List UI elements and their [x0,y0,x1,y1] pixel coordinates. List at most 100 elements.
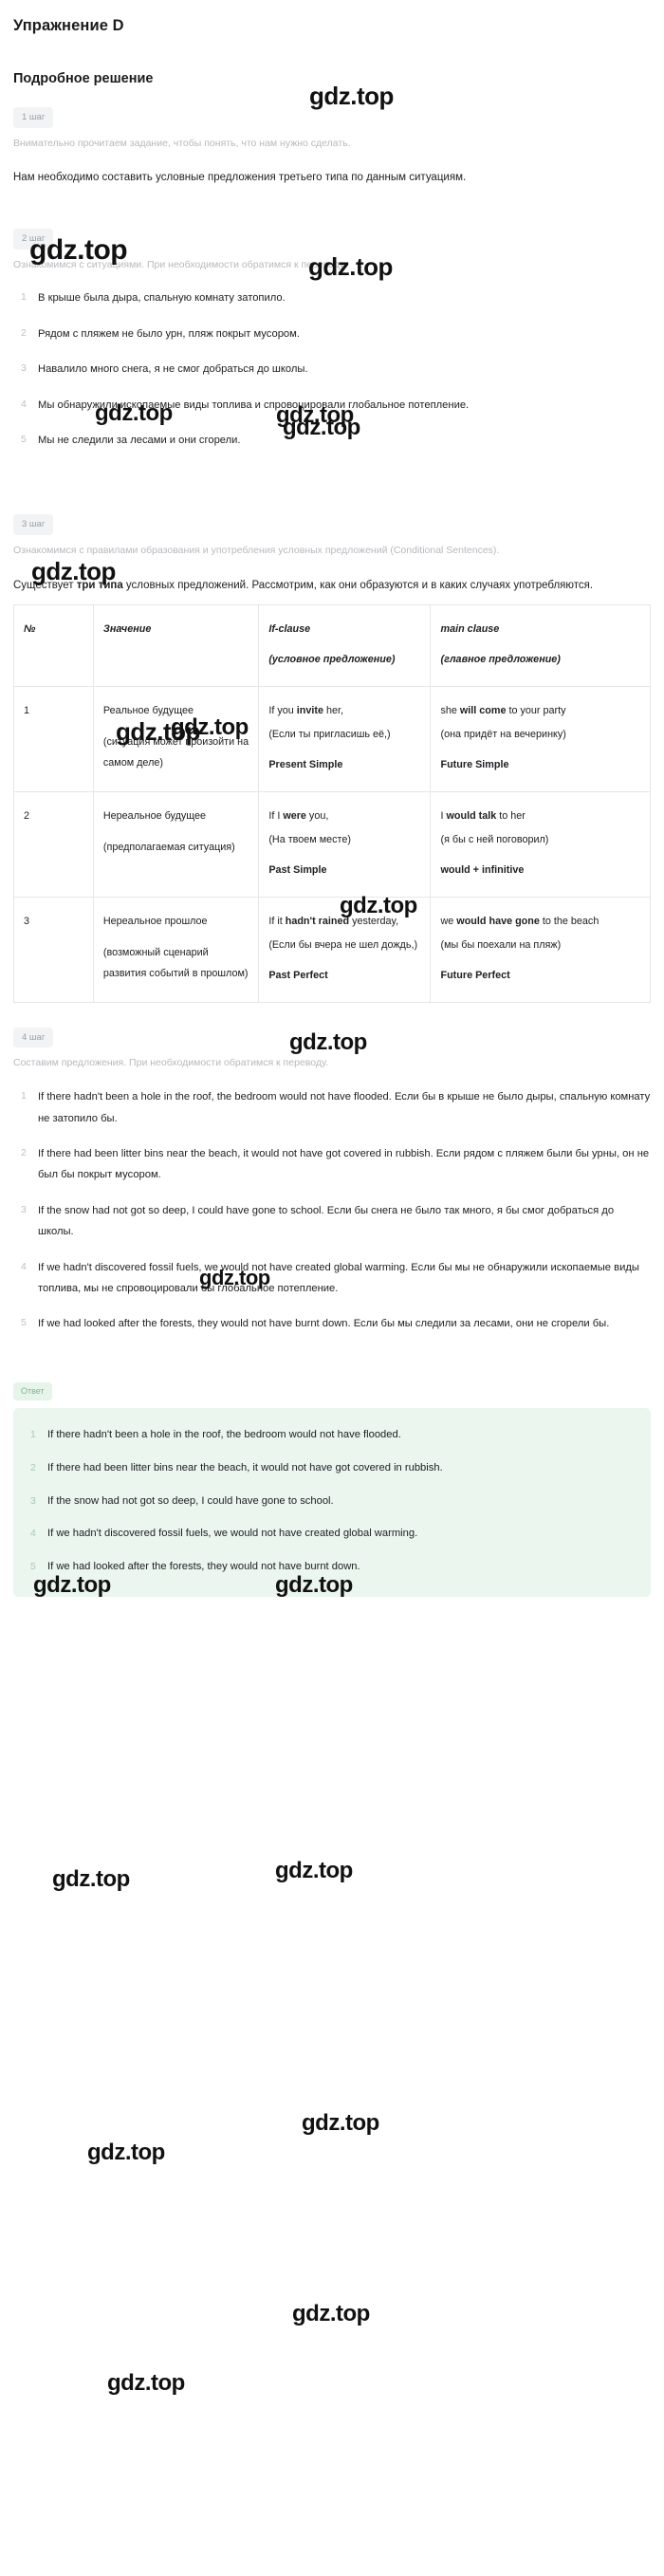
list-item: 4 Мы обнаружили ископаемые виды топлива и… [13,395,651,416]
cell-if-tense: Past Perfect [268,970,328,982]
if-pre: If I [268,809,284,822]
sentences-list: 1 If there hadn't been a hole in the roof… [13,1086,651,1335]
list-item-text: If we hadn't discovered fossil fuels, we… [47,1528,418,1540]
th-number: № [13,603,94,687]
step-3-paragraph-post: условных предложений. Рассмотрим, как он… [122,579,594,591]
list-item-text: Мы не следили за лесами и они сгорели. [38,435,241,446]
list-item-text: If we hadn't discovered fossil fuels, we… [38,1261,639,1295]
cell-meaning: Нереальное будущее (предполагаемая ситуа… [92,790,260,898]
cell-main-tense: would + infinitive [440,864,525,877]
list-item-number: 1 [30,1428,36,1440]
th-main-clause-sub: (главное предложение) [440,654,561,666]
cell-main-clause: we would have gone to the beach (мы бы п… [430,896,651,1003]
list-item-text: Навалило много снега, я не смог добратьс… [38,363,308,376]
list-item: 4 If we hadn't discovered fossil fuels, w… [13,1257,651,1300]
list-item-number: 3 [21,1203,27,1215]
list-item: 5 If we had looked after the forests, the… [23,1557,637,1578]
main-pre: we [440,915,457,927]
step-3-block: 3 шаг Ознакомимся с правилами образовани… [13,514,651,1003]
list-item: 5 If we had looked after the forests, the… [13,1313,651,1334]
if-post: her, [323,704,343,716]
cell-meaning: Реальное будущее (ситуация может произой… [92,685,260,792]
main-bold: would talk [446,809,497,822]
cell-if-tense: Present Simple [268,759,343,771]
answer-box: 1 If there hadn't been a hole in the roof… [13,1407,651,1598]
step-2-note: Ознакомимся с ситуациями. При необходимо… [13,258,347,270]
cell-if-example: If you invite her, [268,700,420,722]
list-item-number: 3 [30,1494,36,1507]
cell-meaning-sub: (ситуация может произойти на самом деле) [102,735,249,769]
list-item-text: If we had looked after the forests, they… [38,1318,610,1330]
cell-if-clause: If you invite her, (Если ты пригласишь е… [258,685,432,792]
th-if-clause-sub: (условное предложение) [268,654,396,666]
if-post: yesterday, [349,915,399,927]
main-bold: will come [459,704,507,716]
step-1-block: 1 шаг Внимательно прочитаем задание, что… [13,107,651,191]
answer-block: Ответ 1 If there hadn't been a hole in th… [13,1381,651,1598]
list-item-number: 4 [21,1260,27,1272]
if-pre: If it [268,915,286,927]
list-item: 1 If there hadn't been a hole in the roof… [23,1425,637,1446]
cell-main-clause: I would talk to her (я бы с ней поговори… [430,790,651,898]
list-item-text: If there had been litter bins near the b… [38,1147,650,1181]
if-bold: hadn't rained [285,915,350,927]
watermark-text: gdz.top [275,1858,353,1883]
list-item-text: If the snow had not got so deep, I could… [38,1204,615,1238]
answer-chip: Ответ [13,1381,52,1400]
list-item-number: 3 [21,362,27,375]
th-if-clause: If-clause (условное предложение) [258,603,432,687]
cell-meaning-sub: (предполагаемая ситуация) [102,841,235,853]
main-pre: she [440,704,460,716]
list-item-text: Мы обнаружили ископаемые виды топлива и … [38,398,470,411]
watermark-text: gdz.top [302,2110,379,2136]
list-item: 1 В крыше была дыра, спальную комнату зат… [13,287,651,308]
main-post: to the beach [539,915,599,927]
if-bold: invite [296,704,323,716]
cell-meaning-main: Реальное будущее [102,704,194,716]
list-item-number: 5 [21,1317,27,1329]
cell-if-clause: If I were you, (На твоем месте) Past Sim… [258,790,432,898]
list-item: 3 If the snow had not got so deep, I coul… [13,1200,651,1243]
th-if-clause-label: If-clause [268,622,311,635]
list-item: 4 If we hadn't discovered fossil fuels, w… [23,1524,637,1545]
list-item: 1 If there hadn't been a hole in the roof… [13,1086,651,1129]
page-title: Упражнение D [13,17,124,34]
step-1-note: Внимательно прочитаем задание, чтобы пон… [13,137,351,149]
main-post: to her [496,809,526,822]
solution-heading: Подробное решение [13,71,154,86]
cell-if-clause: If it hadn't rained yesterday, (Если бы … [258,896,432,1003]
main-post: to your party [506,704,566,716]
step-3-note: Ознакомимся с правилами образования и уп… [13,544,500,556]
cell-main-translation: (я бы с ней поговорил) [440,833,549,845]
step-1-paragraph: Нам необходимо составить условные предло… [13,172,467,184]
list-item-number: 5 [21,434,27,445]
list-item-number: 1 [21,1090,27,1103]
list-item: 3 Навалило много снега, я не смог добрать… [13,359,651,380]
step-3-paragraph: Существует три типа условных предложений… [13,574,651,599]
step-4-block: 4 шаг Составим предложения. При необходи… [13,1027,651,1335]
situations-list: 1 В крыше была дыра, спальную комнату зат… [13,287,651,451]
step-3-paragraph-pre: Существует [13,579,77,591]
step-2-block: 2 шаг Ознакомимся с ситуациями. При необ… [13,229,651,451]
cell-meaning-sub: (возможный сценарий развития событий в п… [102,946,249,980]
list-item-number: 5 [30,1561,36,1573]
cell-row-number: 3 [13,896,94,1003]
watermark-text: gdz.top [292,2301,370,2326]
cell-main-tense: Future Simple [440,759,509,771]
solution-page: Упражнение D Подробное решение 1 шаг Вни… [0,0,664,2576]
cell-main-translation: (она придёт на вечеринку) [440,728,566,740]
cell-main-example: we would have gone to the beach [440,911,640,933]
cell-row-number: 1 [13,685,94,792]
list-item: 2 If there had been litter bins near the … [23,1458,637,1479]
watermark-text: gdz.top [52,1866,130,1892]
cell-meaning-main: Нереальное будущее [102,809,207,822]
step-4-chip: 4 шаг [13,1027,54,1048]
watermark-text: gdz.top [87,2140,165,2165]
list-item-number: 2 [30,1461,36,1473]
list-item-number: 1 [21,291,27,304]
cell-if-example: If I were you, [268,806,420,827]
list-item-text: If we had looked after the forests, they… [47,1561,360,1573]
cell-meaning: Нереальное прошлое (возможный сценарий р… [92,896,260,1003]
step-4-note: Составим предложения. При необходимости … [13,1057,329,1069]
list-item-text: В крыше была дыра, спальную комнату зато… [38,292,286,305]
